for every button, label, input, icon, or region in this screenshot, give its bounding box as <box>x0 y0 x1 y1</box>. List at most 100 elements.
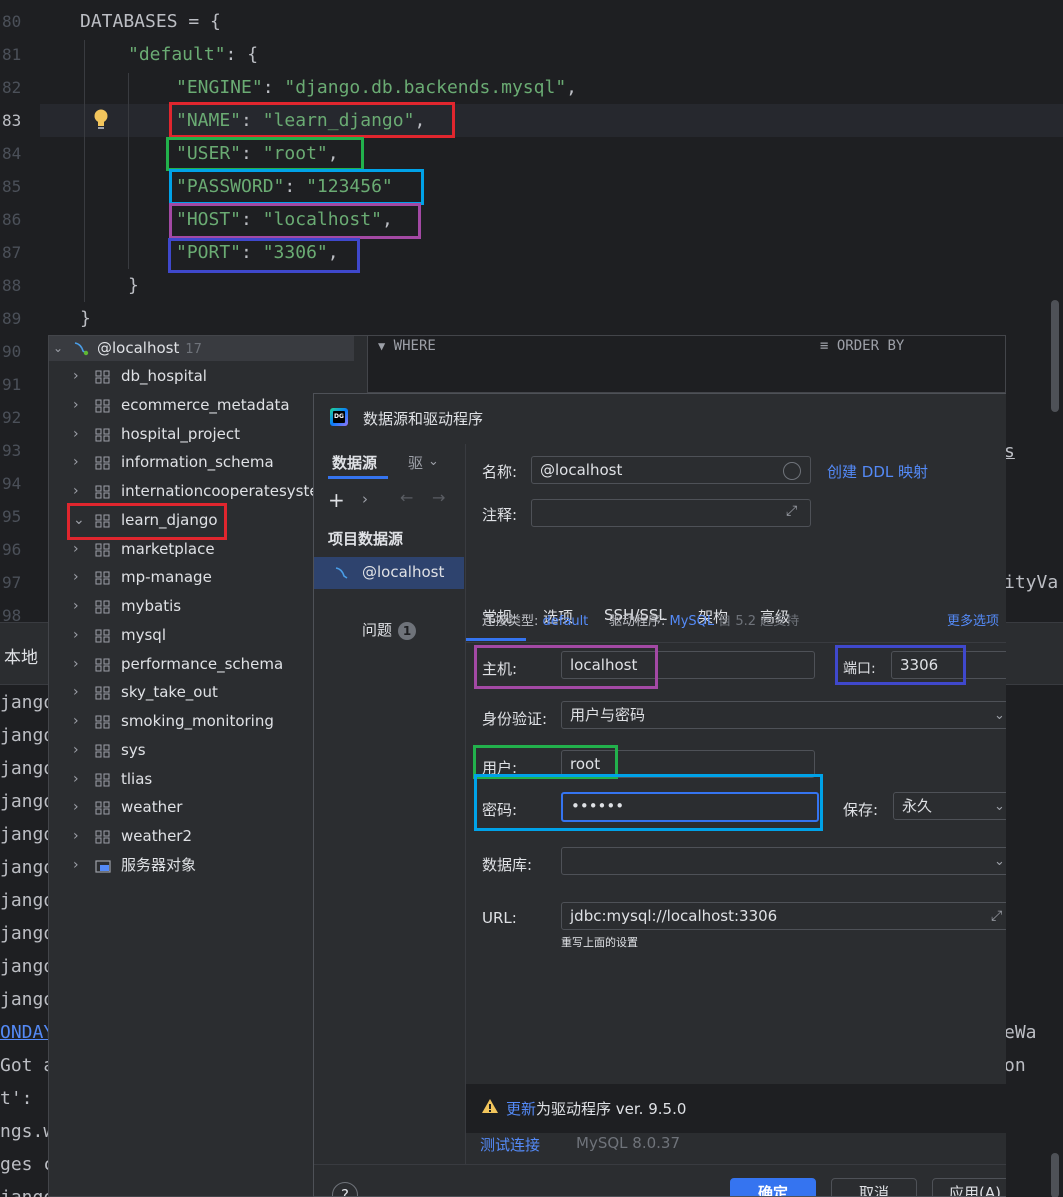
chevron-right-icon[interactable]: › <box>73 397 79 413</box>
tab-datasources[interactable]: 数据源 <box>332 452 377 473</box>
chevron-right-icon[interactable]: › <box>73 541 79 557</box>
apply-button[interactable]: 应用(A) <box>932 1178 1006 1196</box>
tab-drivers[interactable]: 驱 <box>408 452 423 473</box>
tab-local[interactable]: 本地 <box>4 643 38 668</box>
chevron-right-icon[interactable]: › <box>73 771 79 787</box>
chevron-right-icon[interactable]: › <box>73 713 79 729</box>
chevron-down-icon[interactable]: ⌄ <box>53 341 63 355</box>
dialog-title-bar[interactable]: DG 数据源和驱动程序 <box>314 394 1006 444</box>
code-string: "localhost" <box>262 209 382 230</box>
sort-icon: ≡ <box>820 338 829 354</box>
problems-label: 问题 <box>362 621 393 639</box>
color-circle-icon[interactable] <box>783 462 801 480</box>
order-by-filter[interactable]: ≡ ORDER BY <box>820 338 904 354</box>
dialog-right-panel: 名称: @localhost 创建 DDL 映射 注释: ⤢ 常规 选项 SSH… <box>466 444 1006 1196</box>
comment-label: 注释: <box>482 506 518 524</box>
auth-select[interactable]: 用户与密码 <box>561 701 1006 729</box>
log-line: jango <box>0 923 55 944</box>
chevron-right-icon[interactable]: › <box>73 799 79 815</box>
connection-type-value[interactable]: default <box>543 614 589 629</box>
code-line: "HOST": "localhost", <box>176 203 393 236</box>
chevron-right-icon[interactable]: › <box>73 627 79 643</box>
save-label: 保存: <box>843 801 879 819</box>
chevron-right-icon[interactable]: › <box>73 483 79 499</box>
tree-item-label: mybatis <box>121 597 182 615</box>
cancel-button[interactable]: 取消 <box>831 1178 917 1196</box>
forward-arrow-icon[interactable]: → <box>432 488 445 507</box>
line-number: 86 <box>2 210 22 229</box>
chevron-down-icon[interactable]: ⌄ <box>428 454 439 469</box>
chevron-right-icon[interactable]: › <box>73 454 79 470</box>
name-field[interactable]: @localhost <box>531 456 811 484</box>
log-line: jango <box>0 989 55 1010</box>
log-link[interactable]: ONDAY <box>0 1016 54 1049</box>
chevron-right-icon[interactable]: › <box>73 598 79 614</box>
code-string: "HOST" <box>176 209 242 230</box>
chevron-down-icon[interactable]: ⌄ <box>73 512 85 528</box>
chevron-right-icon[interactable]: › <box>73 828 79 844</box>
url-field[interactable]: jdbc:mysql://localhost:3306 <box>561 902 1006 930</box>
tree-item-label: performance_schema <box>121 654 284 673</box>
root-count: 17 <box>185 342 202 357</box>
dialog-title: 数据源和驱动程序 <box>363 410 484 428</box>
ok-button[interactable]: 确定 <box>730 1178 816 1196</box>
create-ddl-mapping-link[interactable]: 创建 DDL 映射 <box>827 461 928 482</box>
chevron-right-icon[interactable]: › <box>73 569 79 585</box>
lightbulb-icon[interactable] <box>93 109 109 131</box>
password-field[interactable]: •••••• <box>561 792 819 822</box>
more-options-link[interactable]: 更多选项 <box>947 610 999 629</box>
code-line: "ENGINE": "django.db.backends.mysql", <box>176 71 577 104</box>
code-text: , <box>381 209 393 230</box>
expand-icon[interactable]: ⤢ <box>786 503 797 519</box>
update-driver-link[interactable]: 更新 <box>506 1100 536 1118</box>
help-button[interactable]: ? <box>332 1182 358 1196</box>
database-field[interactable] <box>561 847 1006 875</box>
expand-icon[interactable]: ⤢ <box>991 908 1002 924</box>
chevron-right-icon[interactable]: › <box>73 368 79 384</box>
chevron-right-icon[interactable]: › <box>73 684 79 700</box>
log-line: jango <box>0 725 55 746</box>
where-label: WHERE <box>393 338 436 354</box>
user-field[interactable]: root <box>561 750 815 778</box>
where-filter[interactable]: ▼ WHERE <box>378 338 436 354</box>
log-line: ngs.w <box>0 1121 55 1142</box>
chevron-right-icon[interactable]: › <box>362 490 368 508</box>
datasource-item-label: @localhost <box>362 563 445 581</box>
add-icon[interactable]: + <box>328 488 345 512</box>
line-number: 95 <box>2 507 22 526</box>
code-text: : <box>241 209 263 230</box>
host-field[interactable]: localhost <box>561 651 815 679</box>
chevron-down-icon[interactable]: ⌄ <box>994 854 1005 869</box>
password-label: 密码: <box>482 801 518 819</box>
chevron-down-icon[interactable]: ⌄ <box>994 708 1005 723</box>
problems-item[interactable]: 问题 1 <box>362 619 417 640</box>
code-text: , <box>414 110 426 131</box>
user-label: 用户: <box>482 759 518 777</box>
port-field[interactable]: 3306 <box>891 651 1006 679</box>
editor-scrollbar[interactable] <box>1051 300 1059 412</box>
back-arrow-icon[interactable]: ← <box>400 488 413 507</box>
log-scrollbar[interactable] <box>1051 1153 1059 1197</box>
indent-guide <box>84 40 85 302</box>
schema-icon <box>95 830 110 844</box>
tree-item-label: learn_django <box>121 510 218 529</box>
save-select[interactable]: 永久 <box>893 792 1006 820</box>
tree-item-label: weather2 <box>121 827 193 845</box>
test-connection-link[interactable]: 测试连接 <box>480 1134 540 1155</box>
code-text: : <box>262 77 285 98</box>
chevron-right-icon[interactable]: › <box>73 742 79 758</box>
code-string: "django.db.backends.mysql" <box>284 77 567 98</box>
line-number: 98 <box>2 606 22 622</box>
datasource-item-localhost[interactable]: @localhost <box>314 557 464 589</box>
comment-field[interactable] <box>531 499 811 527</box>
tree-root-localhost[interactable]: ⌄ @localhost 17 <box>49 336 354 361</box>
chevron-down-icon[interactable]: ⌄ <box>994 799 1005 814</box>
chevron-right-icon[interactable]: › <box>73 426 79 442</box>
driver-value[interactable]: MySQL <box>669 614 714 629</box>
schema-icon <box>95 370 110 384</box>
code-string: "default" <box>128 44 226 65</box>
tree-item[interactable]: › db_hospital <box>49 364 367 389</box>
tree-item-label: internationcooperatesyste <box>121 482 319 500</box>
chevron-right-icon[interactable]: › <box>73 857 79 873</box>
chevron-right-icon[interactable]: › <box>73 656 79 672</box>
